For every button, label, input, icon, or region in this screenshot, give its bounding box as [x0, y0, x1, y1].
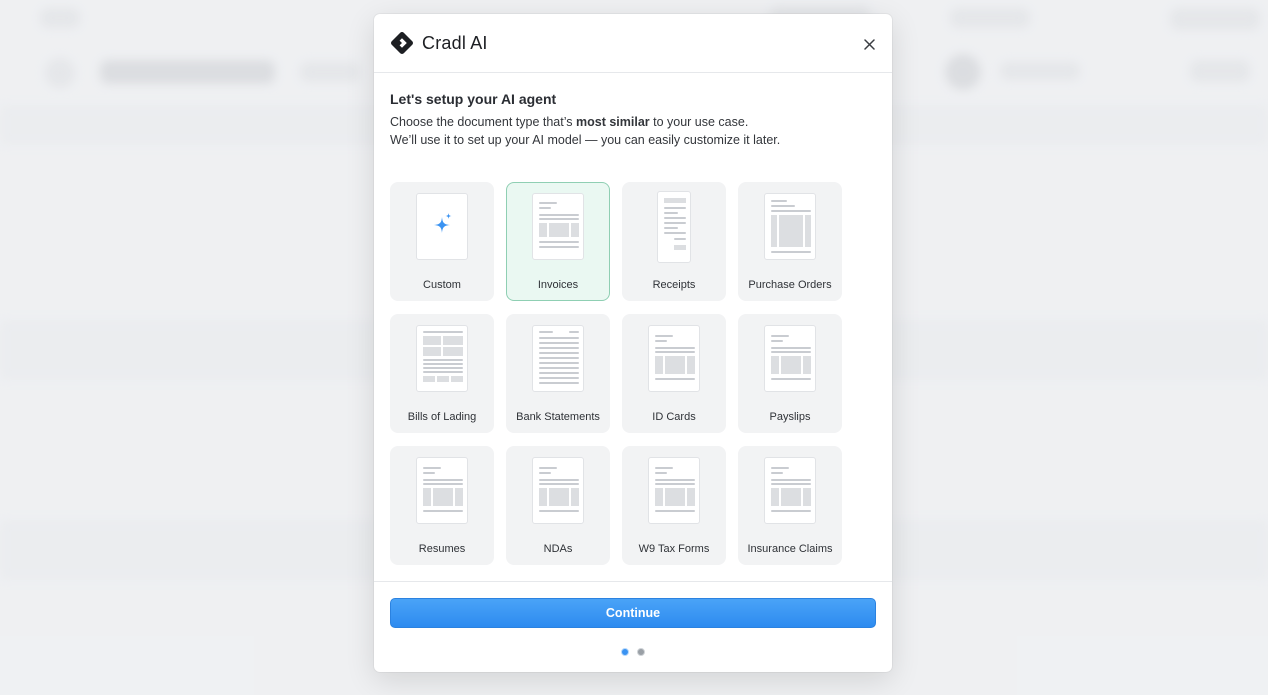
desc-prefix: Choose the document type that’s [390, 115, 576, 129]
close-icon [863, 38, 875, 50]
doc-type-label: Insurance Claims [747, 543, 833, 555]
sparkle-icon [416, 193, 468, 260]
doc-type-label: NDAs [543, 543, 573, 555]
setup-agent-modal: Cradl AI Let's setup your AI agent Choos… [374, 14, 892, 672]
close-button[interactable] [860, 35, 878, 53]
doc-type-label: Custom [423, 279, 461, 291]
desc-emphasis: most similar [576, 115, 650, 129]
receipt-doc-icon [657, 191, 691, 263]
doc-type-payslips[interactable]: Payslips [738, 314, 842, 433]
modal-heading: Let's setup your AI agent [390, 91, 557, 107]
nda-doc-icon [532, 457, 584, 524]
doc-type-label: Bills of Lading [407, 411, 477, 423]
doc-type-id-cards[interactable]: ID Cards [622, 314, 726, 433]
doc-type-bills-of-lading[interactable]: Bills of Lading [390, 314, 494, 433]
brand-logo: Cradl AI [390, 31, 488, 55]
id-card-doc-icon [648, 325, 700, 392]
payslip-doc-icon [764, 325, 816, 392]
doc-type-purchase-orders[interactable]: Purchase Orders [738, 182, 842, 301]
doc-type-custom[interactable]: Custom [390, 182, 494, 301]
doc-type-resumes[interactable]: Resumes [390, 446, 494, 565]
brand-name: Cradl AI [422, 32, 488, 53]
desc-suffix: to your use case. [649, 115, 749, 129]
bill-of-lading-doc-icon [416, 325, 468, 392]
document-type-grid: Custom Invoices Receipts Purchase Orders… [390, 182, 876, 565]
purchase-order-doc-icon [764, 193, 816, 260]
insurance-claim-doc-icon [764, 457, 816, 524]
modal-body: Let's setup your AI agent Choose the doc… [374, 73, 892, 565]
doc-type-label: Resumes [418, 543, 466, 555]
doc-type-label: Invoices [537, 279, 579, 291]
doc-type-receipts[interactable]: Receipts [622, 182, 726, 301]
doc-type-label: Receipts [652, 279, 696, 291]
invoice-doc-icon [532, 193, 584, 260]
modal-header: Cradl AI [374, 14, 892, 73]
doc-type-label: Bank Statements [516, 411, 600, 423]
cradl-logo-icon [391, 32, 413, 54]
w9-doc-icon [648, 457, 700, 524]
resume-doc-icon [416, 457, 468, 524]
doc-type-label: Payslips [769, 411, 811, 423]
modal-description: Choose the document type that’s most sim… [390, 113, 876, 149]
step-indicator [374, 648, 892, 656]
doc-type-bank-statements[interactable]: Bank Statements [506, 314, 610, 433]
doc-type-invoices[interactable]: Invoices [506, 182, 610, 301]
bank-statement-doc-icon [532, 325, 584, 392]
doc-type-ndas[interactable]: NDAs [506, 446, 610, 565]
doc-type-insurance-claims[interactable]: Insurance Claims [738, 446, 842, 565]
footer-divider [374, 581, 892, 582]
continue-button[interactable]: Continue [390, 598, 876, 628]
step-dot-1[interactable] [621, 648, 629, 656]
doc-type-label: W9 Tax Forms [638, 543, 710, 555]
doc-type-label: Purchase Orders [748, 279, 832, 291]
desc-line-2: We’ll use it to set up your AI model — y… [390, 133, 781, 147]
doc-type-label: ID Cards [652, 411, 696, 423]
step-dot-2[interactable] [637, 648, 645, 656]
doc-type-w9-tax-forms[interactable]: W9 Tax Forms [622, 446, 726, 565]
